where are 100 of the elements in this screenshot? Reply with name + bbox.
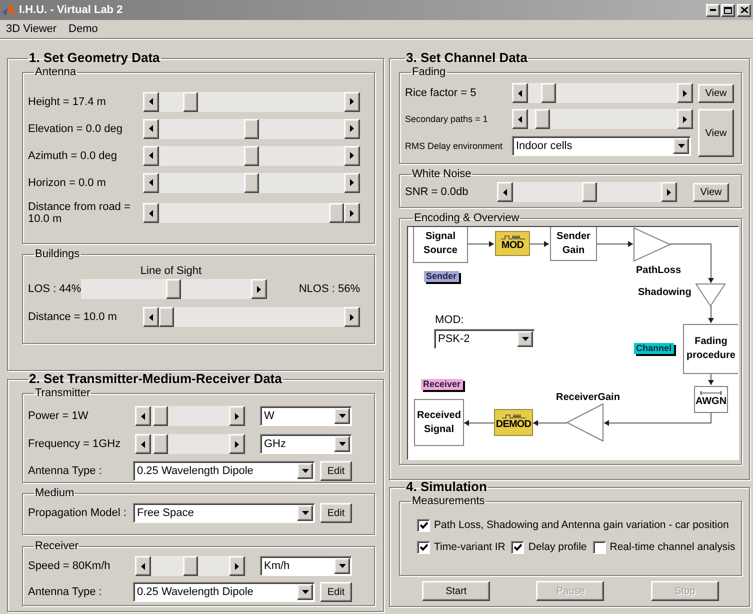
dropdown-field[interactable]: GHz: [260, 434, 352, 454]
checkbox[interactable]: [511, 540, 524, 554]
checkbox-label[interactable]: Real-time channel analysis: [610, 541, 736, 553]
scroll-left-button[interactable]: [135, 406, 151, 426]
scroll-left-button[interactable]: [135, 556, 151, 576]
close-button[interactable]: [737, 4, 751, 16]
scroll-left-button[interactable]: [497, 182, 513, 202]
slider-thumb[interactable]: [329, 203, 344, 223]
scroll-right-button[interactable]: [344, 203, 360, 223]
field-label: Speed = 80Km/h: [28, 560, 112, 572]
edit-button[interactable]: Edit: [320, 503, 352, 523]
scroll-right-button[interactable]: [677, 109, 693, 129]
scroll-right-button[interactable]: [229, 434, 245, 454]
scroll-left-button[interactable]: [135, 434, 151, 454]
field-label: Antenna Type :: [28, 465, 103, 477]
menu-item[interactable]: 3D Viewer: [6, 23, 57, 35]
dropdown-button[interactable]: [297, 584, 313, 600]
edit-button[interactable]: Edit: [320, 582, 352, 602]
checkbox[interactable]: [417, 518, 430, 532]
scroll-left-button[interactable]: [143, 146, 159, 166]
slider-thumb[interactable]: [244, 118, 259, 138]
slider-thumb[interactable]: [182, 92, 198, 112]
checkbox-label[interactable]: Delay profile: [528, 541, 587, 553]
slider-thumb[interactable]: [152, 434, 168, 454]
gain-triangle: [695, 284, 726, 307]
dropdown-button[interactable]: [334, 408, 350, 424]
dropdown-field[interactable]: PSK-2: [434, 329, 535, 349]
connector-arrow: [708, 306, 714, 324]
scroll-right-button[interactable]: [251, 279, 267, 299]
dropdown-button[interactable]: [297, 505, 313, 521]
slider-thumb[interactable]: [541, 83, 556, 103]
slider-thumb[interactable]: [534, 109, 550, 129]
scroll-left-button[interactable]: [143, 92, 159, 112]
dropdown-button[interactable]: [673, 138, 689, 154]
scroll-right-button[interactable]: [677, 83, 693, 103]
scroll-left-button[interactable]: [512, 109, 528, 129]
start-button[interactable]: Start: [422, 581, 490, 601]
field-label: Antenna Type :: [28, 586, 103, 598]
view-button[interactable]: View: [698, 109, 734, 157]
waveform-icon: [502, 414, 526, 419]
dropdown-field[interactable]: W: [260, 406, 352, 426]
dropdown-field[interactable]: Km/h: [260, 556, 352, 576]
group-title: Buildings: [34, 248, 81, 261]
menu-item[interactable]: Demo: [68, 23, 98, 35]
scroll-left-button[interactable]: [512, 83, 528, 103]
connector-arrow: [464, 420, 496, 426]
section-title: 2. Set Transmitter-Medium-Receiver Data: [28, 371, 283, 387]
scroll-left-button[interactable]: [143, 172, 159, 192]
checkbox-label[interactable]: Path Loss, Shadowing and Antenna gain variation - car position: [434, 519, 729, 531]
dropdown-button[interactable]: [297, 463, 313, 479]
checkbox[interactable]: [592, 540, 606, 554]
left-arrow-icon: [503, 188, 507, 196]
dropdown-button[interactable]: [517, 331, 533, 347]
scroll-right-button[interactable]: [229, 556, 245, 576]
slider-thumb[interactable]: [152, 406, 168, 426]
view-button[interactable]: View: [698, 84, 734, 102]
scroll-right-button[interactable]: [229, 406, 245, 426]
slider-thumb[interactable]: [582, 182, 598, 202]
connector-arrow: [708, 374, 714, 386]
dropdown-button[interactable]: [334, 558, 350, 574]
right-arrow-icon: [683, 90, 687, 96]
scroll-right-button[interactable]: [344, 172, 360, 192]
scroll-left-button[interactable]: [143, 203, 159, 223]
checkbox[interactable]: [417, 540, 430, 554]
caret-icon: [678, 144, 684, 148]
scroll-left-button[interactable]: [143, 307, 159, 327]
slider-thumb[interactable]: [244, 172, 259, 192]
field-label: LOS : 44%: [28, 283, 81, 295]
scroll-right-button[interactable]: [344, 307, 360, 327]
maximize-button[interactable]: [721, 4, 735, 16]
dropdown-field[interactable]: Free Space: [133, 503, 315, 523]
slider-thumb[interactable]: [159, 307, 174, 327]
field-label: MOD:: [435, 314, 464, 326]
scroll-right-button[interactable]: [344, 146, 360, 166]
field-label: Line of Sight: [139, 264, 203, 276]
slider-thumb[interactable]: [166, 279, 182, 299]
connector-arrow: [596, 241, 634, 247]
noise-block: AWGN: [694, 386, 728, 413]
left-arrow-icon: [518, 116, 522, 122]
scroll-right-button[interactable]: [344, 118, 360, 138]
left-arrow-icon: [149, 98, 153, 105]
group-title: Transmitter: [34, 387, 92, 400]
scroll-left-button[interactable]: [143, 118, 159, 138]
scroll-right-button[interactable]: [344, 92, 360, 112]
edit-button[interactable]: Edit: [320, 461, 352, 481]
minimize-button[interactable]: [706, 4, 720, 16]
dropdown-field[interactable]: Indoor cells: [512, 136, 691, 156]
slider-thumb[interactable]: [244, 146, 259, 166]
caret-icon: [338, 442, 346, 446]
right-arrow-icon: [350, 210, 354, 216]
dropdown-field[interactable]: 0.25 Wavelength Dipole: [133, 582, 315, 602]
dropdown-button[interactable]: [334, 436, 350, 452]
slider-thumb[interactable]: [182, 556, 198, 576]
view-button[interactable]: View: [693, 182, 729, 202]
left-arrow-icon: [141, 412, 145, 420]
app-logo-icon: [2, 3, 16, 17]
field-label: Secondary paths = 1: [405, 114, 489, 124]
dropdown-field[interactable]: 0.25 Wavelength Dipole: [133, 461, 315, 481]
checkbox-label[interactable]: Time-variant IR: [434, 541, 506, 553]
scroll-right-button[interactable]: [661, 182, 677, 202]
